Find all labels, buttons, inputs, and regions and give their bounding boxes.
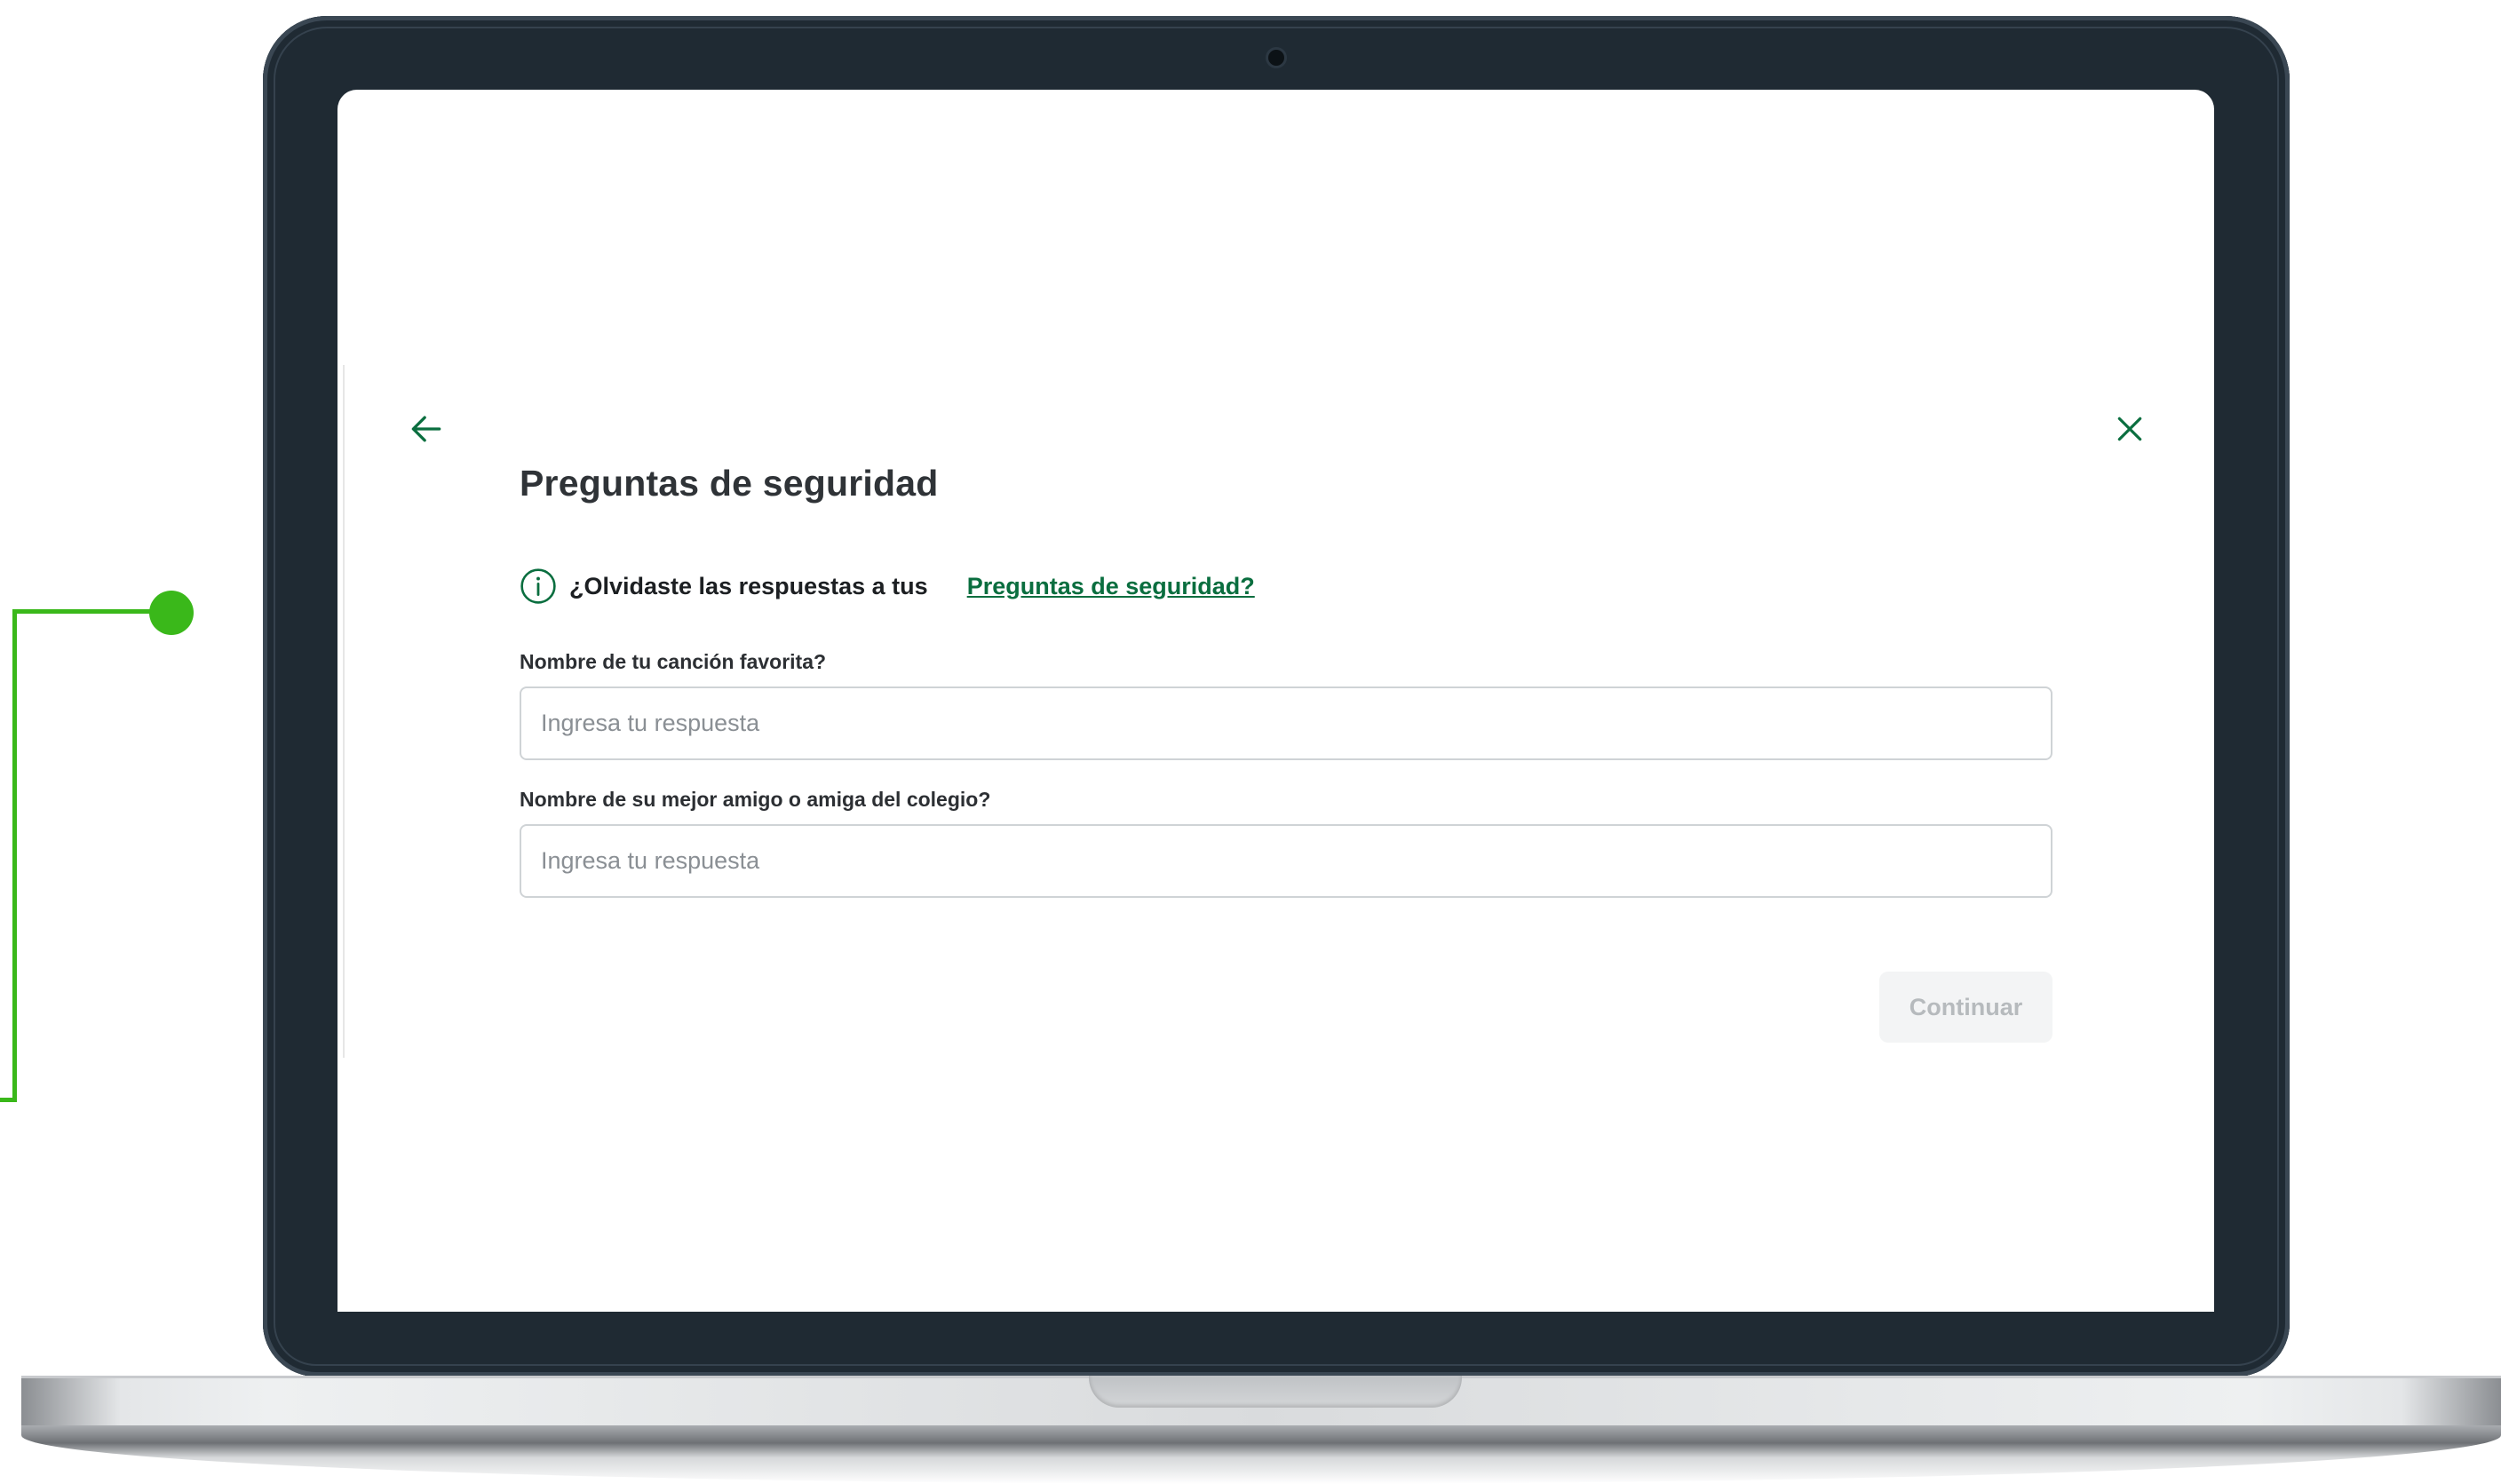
best-friend-input[interactable] <box>520 824 2052 898</box>
connector-line-vertical <box>12 609 17 1102</box>
best-friend-label: Nombre de su mejor amigo o amiga del col… <box>520 788 991 811</box>
page-title: Preguntas de seguridad <box>520 463 939 504</box>
connector-dot <box>149 591 194 635</box>
favorite-song-label: Nombre de tu canción favorita? <box>520 650 827 673</box>
info-circle-icon <box>520 568 556 604</box>
connector-line-horizontal <box>12 609 172 614</box>
security-questions-link[interactable]: Preguntas de seguridad? <box>967 573 1255 600</box>
info-banner-text: ¿Olvidaste las respuestas a tus <box>569 572 928 599</box>
laptop-notch <box>1089 1376 1462 1408</box>
favorite-song-input[interactable] <box>520 686 2052 760</box>
laptop-base-edge <box>21 1425 2501 1484</box>
app-screen: Preguntas de seguridad ¿Olvidaste las re… <box>337 90 2214 1312</box>
connector-line-bottom <box>0 1098 17 1102</box>
webcam <box>1268 50 1284 66</box>
close-icon[interactable] <box>2112 411 2148 447</box>
info-banner: ¿Olvidaste las respuestas a tus Pregunta… <box>520 567 1255 606</box>
arrow-left-icon[interactable] <box>407 409 446 448</box>
continue-button[interactable]: Continuar <box>1879 972 2052 1043</box>
corner-decoration <box>2448 0 2501 53</box>
divider <box>343 365 345 1058</box>
illustration-stage: Preguntas de seguridad ¿Olvidaste las re… <box>0 0 2501 1484</box>
